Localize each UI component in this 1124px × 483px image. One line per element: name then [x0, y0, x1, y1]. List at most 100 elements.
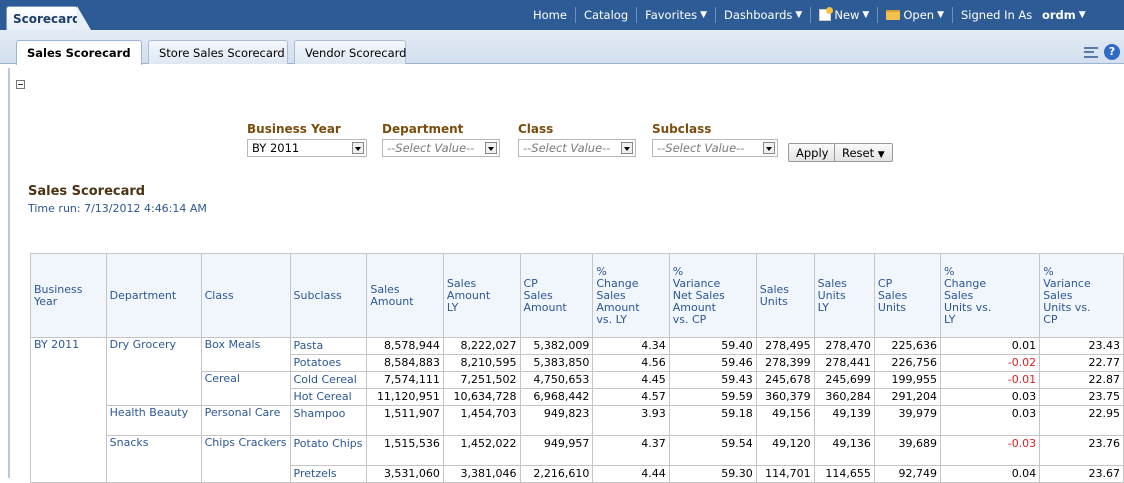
report-title: Sales Scorecard — [28, 184, 146, 199]
cell-value: 11,120,951 — [366, 388, 444, 406]
cell-subclass[interactable]: Hot Cereal — [289, 388, 368, 406]
prompt-class: Class --Select Value-- — [518, 122, 636, 157]
cell-value: 8,210,595 — [442, 354, 521, 372]
cell-value: -0.02 — [939, 354, 1041, 372]
reset-label: Reset — [842, 146, 875, 160]
column-header[interactable]: Class — [200, 253, 291, 338]
cell-value: 1,454,703 — [442, 405, 521, 436]
tab-vendor-scorecard[interactable]: Vendor Scorecard — [294, 40, 406, 64]
cell-value: 49,139 — [813, 405, 875, 436]
nav-home[interactable]: Home — [525, 7, 575, 23]
page-options-icon[interactable] — [1084, 46, 1098, 58]
cell-value: 59.59 — [668, 388, 757, 406]
class-label: Class — [518, 122, 554, 136]
column-header[interactable]: Sales Units — [755, 253, 815, 338]
cell-class[interactable]: Cereal — [200, 371, 291, 406]
cell-value: 22.87 — [1039, 371, 1124, 389]
cell-value: 3.93 — [592, 405, 670, 436]
reset-button[interactable]: Reset ▼ — [834, 143, 893, 162]
cell-subclass[interactable]: Shampoo — [289, 405, 368, 436]
tab-sales-scorecard[interactable]: Sales Scorecard — [16, 40, 142, 65]
cell-value: 4.45 — [592, 371, 670, 389]
cell-value: 49,120 — [755, 435, 815, 466]
subclass-label: Subclass — [652, 122, 712, 136]
cell-subclass[interactable]: Cold Cereal — [289, 371, 368, 389]
cell-value: 3,531,060 — [366, 465, 444, 483]
cell-subclass[interactable]: Pretzels — [289, 465, 368, 483]
collapse-section-icon[interactable] — [16, 80, 25, 89]
apply-button[interactable]: Apply — [788, 143, 837, 162]
column-header[interactable]: Department — [105, 253, 202, 338]
chevron-down-icon: ▼ — [795, 10, 803, 20]
nav-open[interactable]: Open ▼ — [877, 7, 952, 23]
cell-subclass[interactable]: Potatoes — [289, 354, 368, 372]
business-year-value: BY 2011 — [252, 141, 300, 155]
column-header[interactable]: % Change Sales Amount vs. LY — [592, 253, 670, 338]
new-label: New — [834, 8, 860, 22]
cell-value: 59.43 — [668, 371, 757, 389]
department-select[interactable]: --Select Value-- — [382, 139, 500, 157]
dropdown-arrow-icon[interactable] — [621, 142, 633, 154]
column-header[interactable]: CP Sales Amount — [519, 253, 594, 338]
cell-class[interactable]: Chips Crackers — [200, 435, 291, 483]
cell-value: 23.43 — [1039, 337, 1124, 355]
dropdown-arrow-icon[interactable] — [485, 142, 497, 154]
dropdown-arrow-icon[interactable] — [763, 142, 775, 154]
new-document-icon — [819, 7, 834, 21]
app-tab-scorecard[interactable]: Scorecard — [6, 6, 81, 30]
department-placeholder: --Select Value-- — [387, 141, 475, 155]
cell-department[interactable]: Snacks — [105, 435, 202, 483]
cell-value: 49,156 — [755, 405, 815, 436]
cell-class[interactable]: Personal Care — [200, 405, 291, 436]
cell-value: 6,968,442 — [519, 388, 594, 406]
cell-value: 23.75 — [1039, 388, 1124, 406]
nav-new[interactable]: New ▼ — [810, 7, 877, 23]
column-header[interactable]: CP Sales Units — [873, 253, 941, 338]
cell-business-year[interactable]: BY 2011 — [30, 337, 107, 483]
nav-signed-in[interactable]: Signed In As ordm ▼ — [951, 7, 1094, 23]
cell-subclass[interactable]: Pasta — [289, 337, 368, 355]
cell-department[interactable]: Dry Grocery — [105, 337, 202, 406]
prompt-business-year: Business Year BY 2011 — [247, 122, 367, 157]
nav-favorites[interactable]: Favorites ▼ — [636, 7, 715, 23]
column-header[interactable]: % Change Sales Units vs. LY — [939, 253, 1041, 338]
cell-value: 59.46 — [668, 354, 757, 372]
tab-store-sales-scorecard[interactable]: Store Sales Scorecard — [148, 40, 288, 64]
help-icon[interactable]: ? — [1104, 44, 1120, 60]
cell-value: 59.18 — [668, 405, 757, 436]
cell-value: 8,578,944 — [366, 337, 444, 355]
column-header[interactable]: Business Year — [30, 253, 107, 338]
cell-value: 0.04 — [939, 465, 1041, 483]
column-header[interactable]: % Variance Net Sales Amount vs. CP — [668, 253, 757, 338]
business-year-select[interactable]: BY 2011 — [247, 139, 367, 157]
cell-department[interactable]: Health Beauty — [105, 405, 202, 436]
cell-value: 5,382,009 — [519, 337, 594, 355]
column-header[interactable]: Subclass — [289, 253, 368, 338]
column-header[interactable]: % Variance Sales Units vs. CP — [1039, 253, 1124, 338]
dashboards-label: Dashboards — [724, 8, 793, 22]
subclass-select[interactable]: --Select Value-- — [652, 139, 778, 157]
column-header[interactable]: Sales Amount LY — [442, 253, 521, 338]
cell-value: 4.37 — [592, 435, 670, 466]
cell-value: -0.03 — [939, 435, 1041, 466]
cell-value: 3,381,046 — [442, 465, 521, 483]
class-select[interactable]: --Select Value-- — [518, 139, 636, 157]
column-header[interactable]: Sales Units LY — [813, 253, 875, 338]
cell-class[interactable]: Box Meals — [200, 337, 291, 372]
cell-value: 49,136 — [813, 435, 875, 466]
cell-value: 7,251,502 — [442, 371, 521, 389]
open-label: Open — [903, 8, 935, 22]
nav-dashboards[interactable]: Dashboards ▼ — [715, 7, 810, 23]
cell-subclass[interactable]: Potato Chips — [289, 435, 368, 466]
column-header[interactable]: Sales Amount — [366, 253, 444, 338]
app-tab-corner — [77, 6, 91, 30]
cell-value: 1,515,536 — [366, 435, 444, 466]
cell-value: 1,511,907 — [366, 405, 444, 436]
prompt-subclass: Subclass --Select Value-- — [652, 122, 778, 157]
cell-value: 2,216,610 — [519, 465, 594, 483]
nav-catalog[interactable]: Catalog — [574, 7, 636, 23]
department-label: Department — [382, 122, 464, 136]
cell-value: 949,823 — [519, 405, 594, 436]
dropdown-arrow-icon[interactable] — [352, 142, 364, 154]
time-run: Time run: 7/13/2012 4:46:14 AM — [28, 202, 207, 215]
